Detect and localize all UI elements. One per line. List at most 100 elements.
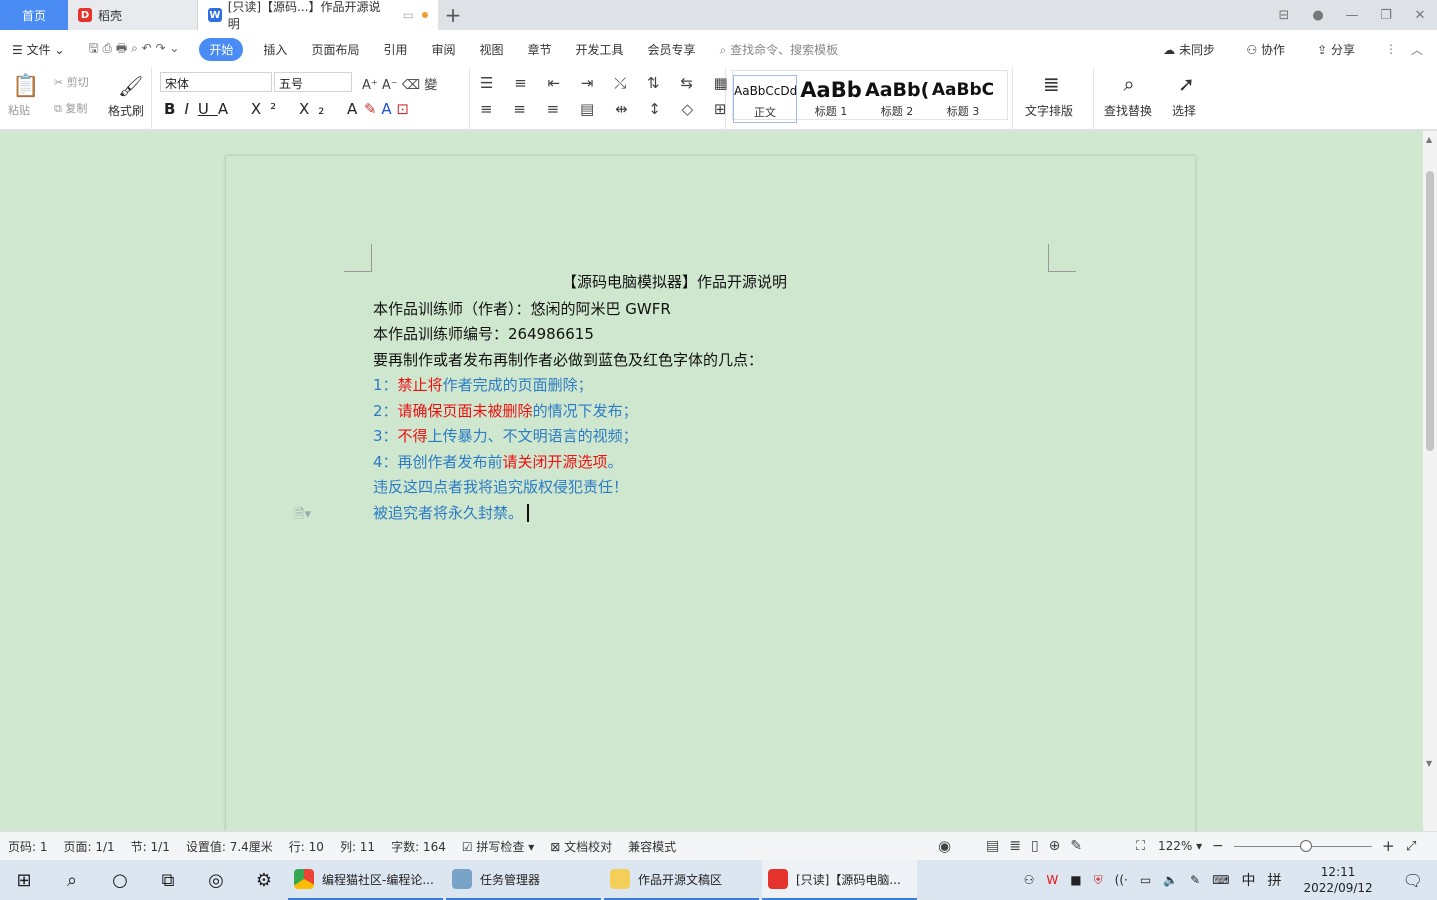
task-view-icon[interactable]: ⧉ — [144, 860, 192, 900]
quick-access-icons[interactable]: 🖫 ⎙ 🖶 ⌕ ↶ ↷ ⌄ — [76, 39, 191, 60]
zoom-in-icon[interactable]: + — [1382, 837, 1395, 855]
keyboard-icon[interactable]: ⌨ — [1206, 873, 1235, 887]
copy-button[interactable]: ⧉ 复制 — [54, 100, 87, 116]
restore-icon[interactable]: ❐ — [1369, 8, 1403, 23]
scroll-down-icon[interactable]: ▼ — [1426, 759, 1432, 768]
cut-button[interactable]: ✂ 剪切 — [54, 74, 89, 90]
menu-item-member[interactable]: 会员专享 — [636, 41, 708, 58]
settings-gear-icon[interactable]: ⚙ — [240, 860, 288, 900]
wifi-icon[interactable]: ((· — [1109, 873, 1134, 887]
list-indent-icons[interactable]: ☰ ≡ ⇤ ⇥ ⤯ ⇅ ⇆ ▦ — [480, 74, 736, 92]
monitor-icon[interactable]: ▭ — [403, 8, 414, 22]
sync-button[interactable]: ☁ 未同步 — [1151, 41, 1227, 58]
style-heading-1[interactable]: AaBb 标题 1 — [799, 75, 863, 123]
file-menu-label[interactable]: 文件 — [27, 43, 51, 57]
highlight-color-icon[interactable]: ✎ A ⊡ — [364, 100, 409, 118]
sync-label: 未同步 — [1178, 42, 1215, 57]
menu-item-layout[interactable]: 页面布局 — [299, 41, 371, 58]
cortana-icon[interactable]: ○ — [96, 860, 144, 900]
document-canvas[interactable]: 【源码电脑模拟器】作品开源说明 本作品训练师（作者）：悠闲的阿米巴 GWFR 本… — [0, 131, 1423, 856]
menu-item-insert[interactable]: 插入 — [251, 41, 299, 58]
search-icon[interactable]: ⌕ — [48, 860, 96, 900]
windows-start-icon[interactable]: ⊞ — [0, 860, 48, 900]
view-mode-icons[interactable]: ▤≣▯⊕✎ — [986, 838, 1092, 854]
menu-item-dev-tools[interactable]: 开发工具 — [564, 41, 636, 58]
taskbar-app-task-manager-label: 任务管理器 — [480, 872, 541, 887]
menu-item-review[interactable]: 审阅 — [419, 41, 467, 58]
document-page[interactable]: 【源码电脑模拟器】作品开源说明 本作品训练师（作者）：悠闲的阿米巴 GWFR 本… — [226, 156, 1195, 856]
taskbar-app-task-manager[interactable]: 任务管理器 — [446, 860, 601, 900]
menu-item-chapter[interactable]: 章节 — [516, 41, 564, 58]
security-icon[interactable]: ⛨ — [1088, 873, 1109, 888]
scroll-up-icon[interactable]: ▲ — [1426, 135, 1432, 144]
close-icon[interactable]: ✕ — [1403, 8, 1437, 23]
select-cursor-icon[interactable]: ➚ — [1178, 72, 1195, 96]
hamburger-icon[interactable]: ☰ 文件 ⌄ — [0, 41, 76, 58]
command-search[interactable]: ⌕ 查找命令、搜索模板 — [708, 41, 851, 58]
format-painter-icon[interactable]: 🖌 — [118, 74, 143, 98]
font-size-select[interactable]: 五号 — [274, 72, 352, 92]
volume-icon[interactable]: 🔈 — [1157, 873, 1184, 887]
scroll-thumb[interactable] — [1426, 171, 1434, 451]
alignment-icons[interactable]: ≡ ≡ ≡ ▤ ⇹ ↕ ◇ ⊞ — [480, 100, 735, 118]
ime-chinese[interactable]: 中 — [1236, 870, 1262, 890]
layout-icon[interactable]: ⊟ — [1267, 8, 1301, 23]
fit-page-icon[interactable]: ⛶ — [1136, 839, 1145, 854]
tray-app-icon[interactable]: ■ — [1064, 873, 1087, 887]
rule-4-red: 请关闭开源选项 — [502, 452, 608, 471]
wps-tray-icon[interactable]: W — [1040, 873, 1064, 887]
zoom-level[interactable]: 122% ▾ — [1158, 839, 1202, 853]
avatar[interactable]: ● — [1301, 8, 1335, 23]
collab-button[interactable]: ⚇ 协作 — [1234, 41, 1297, 58]
text-layout-group[interactable]: ≣ 文字排版 — [1012, 68, 1094, 130]
status-section: 节: 1/1 — [130, 839, 170, 854]
style-normal[interactable]: AaBbCcDd 正文 — [733, 75, 797, 123]
tab-document[interactable]: W [只读]【源码...】作品开源说明 ▭ — [198, 0, 438, 31]
status-page[interactable]: 页面: 1/1 — [56, 838, 123, 855]
minimize-icon[interactable]: — — [1335, 8, 1369, 23]
fullscreen-icon[interactable]: ⤢ — [1406, 839, 1416, 854]
zoom-out-icon[interactable]: − — [1212, 838, 1224, 854]
new-tab-button[interactable]: + — [438, 0, 468, 30]
font-style-icons[interactable]: BIUA X² X₂ A — [164, 100, 366, 118]
find-replace-label[interactable]: 查找替换 — [1104, 102, 1152, 119]
collapse-ribbon-icon[interactable]: ︿ — [1411, 41, 1423, 58]
taskbar-app-folder[interactable]: 作品开源文稿区 — [604, 860, 759, 900]
find-replace-icon[interactable]: ⌕ — [1104, 72, 1154, 96]
taskbar-app-browser[interactable]: 编程猫社区-编程论... — [288, 860, 443, 900]
font-color-icon[interactable]: A — [381, 100, 391, 118]
paragraph-marker-icon[interactable]: 🗎▾ — [294, 505, 311, 527]
ime-pinyin[interactable]: 拼 — [1262, 870, 1288, 890]
document-body[interactable]: 本作品训练师（作者）：悠闲的阿米巴 GWFR 本作品训练师编号：26498661… — [373, 271, 763, 526]
people-icon[interactable]: ⚇ — [1018, 873, 1041, 887]
taskbar-app-wps[interactable]: [只读]【源码电脑... — [762, 860, 917, 900]
spell-check-button[interactable]: ☑ 拼写检查 ▾ — [454, 838, 542, 855]
share-button[interactable]: ⇪ 分享 — [1305, 41, 1367, 58]
notification-icon[interactable]: 🗨 — [1389, 871, 1437, 890]
vertical-scrollbar[interactable]: ▲ ▼ — [1423, 131, 1437, 831]
more-icon[interactable]: ⋮ — [1385, 42, 1397, 56]
proofread-button[interactable]: ⊠ 文档校对 — [542, 838, 620, 855]
status-bar: 页码: 1 页面: 1/1 节: 1/1 设置值: 7.4厘米 行: 10 列:… — [0, 831, 1437, 860]
rule-1-blue: 作者完成的页面删除； — [442, 376, 593, 394]
select-label[interactable]: 选择 — [1172, 102, 1196, 119]
tab-home[interactable]: 首页 — [0, 0, 68, 30]
eye-protection-icon[interactable]: ◉ — [938, 837, 951, 855]
tab-daoke[interactable]: D 稻壳 — [68, 0, 198, 30]
status-words[interactable]: 字数: 164 — [383, 838, 454, 855]
style-heading-2[interactable]: AaBb( 标题 2 — [865, 75, 929, 123]
font-family-select[interactable]: 宋体 — [160, 72, 272, 92]
font-grow-icons[interactable]: A⁺ A⁻ ⌫ 變 — [362, 74, 437, 93]
menu-item-start[interactable]: 开始 — [199, 37, 244, 61]
menu-item-view[interactable]: 视图 — [467, 41, 515, 58]
disc-icon[interactable]: ◎ — [192, 860, 240, 900]
paste-label[interactable]: 粘贴 — [8, 102, 30, 118]
format-painter-label[interactable]: 格式刷 — [108, 102, 144, 119]
style-heading-3[interactable]: AaBbC 标题 3 — [931, 75, 995, 123]
battery-icon[interactable]: ▭ — [1134, 873, 1157, 887]
menu-item-reference[interactable]: 引用 — [371, 41, 419, 58]
pen-icon[interactable]: ✎ — [1184, 873, 1206, 887]
system-clock[interactable]: 12:11 2022/09/12 — [1288, 864, 1389, 896]
zoom-slider-handle[interactable] — [1300, 840, 1312, 852]
paste-icon[interactable]: 📋 — [12, 74, 39, 99]
